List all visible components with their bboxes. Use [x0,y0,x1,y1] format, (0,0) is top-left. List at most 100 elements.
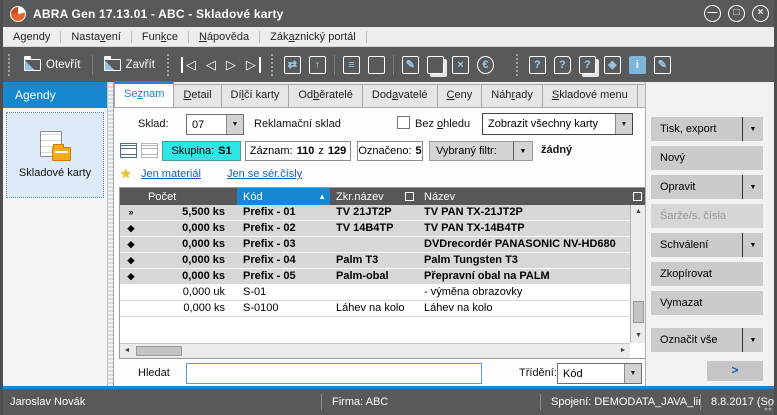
more-actions-button[interactable]: > [707,361,763,381]
chevron-down-icon[interactable]: ▼ [615,114,632,134]
edit-button[interactable]: Opravit▼ [651,175,763,199]
stock-cards-table: Počet Kód▲ Zkr.název Název » 5,500 ks Pr… [119,187,647,359]
help-icon[interactable]: ? [529,56,546,74]
info-icon[interactable]: i [629,56,646,74]
table-row[interactable]: ◆ 0,000 ks Prefix - 04 Palm T3 Palm Tung… [120,253,646,269]
column-options-icon[interactable] [405,192,414,201]
tab-detail[interactable]: Detail [173,84,221,107]
table-row[interactable]: ◆ 0,000 ks Prefix - 02 TV 14B4TP TV PAN … [120,221,646,237]
tab-strip: Seznam Detail Dílčí karty Odběratelé Dod… [114,82,645,108]
sort-label: Třídění: [519,367,557,379]
table-row[interactable]: 0,000 uk S-01 - výměna obrazovky [120,285,646,301]
column-header-kod[interactable]: Kód▲ [237,188,330,205]
link-jen-ser-cisly[interactable]: Jen se sér.čísly [227,168,302,180]
collapse-tree-icon[interactable] [141,143,158,158]
scroll-up-icon[interactable]: ▲ [631,205,646,219]
activate-agenda-icon[interactable]: ↑ [309,56,326,74]
menu-funkce[interactable]: Funkce [132,29,188,45]
expand-tree-icon[interactable] [120,143,137,158]
copy-record-icon[interactable] [427,56,444,74]
delete-button[interactable]: Vymazat [651,291,763,315]
sidebar-item-skladove-karty[interactable]: Skladové karty [6,112,104,198]
close-button[interactable]: × [752,5,769,22]
previous-record-icon[interactable]: ◁ [201,57,221,73]
vertical-scrollbar[interactable]: ▲ ▼ [630,205,646,343]
scroll-down-icon[interactable]: ▼ [631,329,646,343]
print-icon[interactable]: ≡ [343,56,360,74]
column-header-nazev[interactable]: Název [418,188,646,205]
chevron-down-icon[interactable]: ▼ [743,126,763,133]
tab-dilci-karty[interactable]: Dílčí karty [221,84,290,107]
sidebar-item-label: Skladové karty [19,167,91,179]
print-export-button[interactable]: Tisk, export▼ [651,117,763,141]
warehouse-combobox[interactable]: 07 ▼ [186,114,244,135]
toolbar-grip[interactable] [167,54,171,76]
open-agenda-button[interactable]: Otevřít [17,56,88,74]
scroll-right-icon[interactable]: ► [616,344,630,358]
menu-zakaznicky-portal[interactable]: Zákaznický portál [260,29,366,45]
column-header-zkr-nazev[interactable]: Zkr.název [330,188,418,205]
toolbar-grip[interactable] [8,54,12,76]
chevron-down-icon[interactable]: ▼ [624,364,641,383]
edit-record-icon[interactable]: ✎ [402,56,419,74]
chevron-down-icon[interactable]: ▼ [743,242,763,249]
horizontal-scrollbar[interactable]: ◄ ► [120,343,630,358]
navigator-icon[interactable]: ◈ [604,56,621,74]
last-record-icon[interactable]: ▷ [241,57,261,73]
marker-column-header [120,188,142,205]
selected-filter-value: žádný [541,144,572,156]
selected-filter-button[interactable]: Vybraný filtr: ▼ [429,141,533,161]
table-row[interactable]: 0,000 ks S-0100 Láhev na kolo Láhev na k… [120,301,646,317]
tab-seznam[interactable]: Seznam [114,81,174,107]
column-header-pocet[interactable]: Počet [142,188,237,205]
maximize-button[interactable]: □ [728,5,745,22]
vertical-scroll-thumb[interactable] [633,301,644,323]
help-topics-icon[interactable]: ? [579,56,596,74]
table-row[interactable]: ◆ 0,000 ks Prefix - 03 DVDrecordér PANAS… [120,237,646,253]
toolbar-grip[interactable] [516,54,520,76]
mark-all-button[interactable]: Označit vše▼ [651,328,763,352]
menu-agendy[interactable]: Agendy [3,29,60,45]
delete-record-icon[interactable]: × [452,56,469,74]
copy-button[interactable]: Zkopírovat [651,262,763,286]
tab-dodavatele[interactable]: Dodavatelé [362,84,438,107]
next-record-icon[interactable]: ▷ [221,57,241,73]
horizontal-scroll-thumb[interactable] [136,346,182,356]
menu-nastaveni[interactable]: Nastavení [61,29,131,45]
resize-grip[interactable] [764,401,774,411]
chevron-down-icon[interactable]: ▼ [743,337,763,344]
chevron-down-icon[interactable]: ▼ [743,184,763,191]
sidebar-splitter[interactable] [107,82,114,386]
new-button[interactable]: Nový [651,146,763,170]
toolbar-grip[interactable] [271,54,275,76]
new-record-icon[interactable] [368,56,385,74]
show-cards-combobox[interactable]: Zobrazit všechny karty ▼ [482,113,633,135]
search-price-icon[interactable]: € [477,56,494,74]
first-record-icon[interactable]: ◁ [181,57,201,73]
link-jen-material[interactable]: Jen materiál [141,168,201,180]
tab-ceny[interactable]: Ceny [437,84,483,107]
menu-napoveda[interactable]: Nápověda [189,29,259,45]
refresh-agenda-icon[interactable]: ⇄ [284,56,301,74]
marked-counter: Označeno:5 [357,141,423,161]
chevron-down-icon[interactable]: ▼ [226,115,243,134]
chevron-down-icon[interactable]: ▼ [514,148,532,155]
star-icon[interactable]: ★ [120,166,132,182]
search-input[interactable] [186,363,482,384]
table-row[interactable]: ◆ 0,000 ks Prefix - 05 Palm-obal Přeprav… [120,269,646,285]
approval-button[interactable]: Schválení▼ [651,233,763,257]
close-agenda-button[interactable]: Zavřít [97,56,162,74]
sort-combobox[interactable]: Kód ▼ [557,363,642,384]
table-row[interactable]: » 5,500 ks Prefix - 01 TV 21JT2P TV PAN … [120,205,646,221]
minimize-button[interactable]: — [704,5,721,22]
bez-ohledu-checkbox[interactable] [397,116,410,129]
scroll-left-icon[interactable]: ◄ [120,344,134,358]
tab-nahrady[interactable]: Náhrady [481,84,543,107]
column-options-icon[interactable] [633,192,642,201]
table-header-row: Počet Kód▲ Zkr.název Název [120,188,646,205]
tab-skladove-menu[interactable]: Skladové menu [542,84,638,107]
context-help-icon[interactable]: ? [554,56,571,74]
tab-odberatele[interactable]: Odběratelé [288,84,362,107]
notes-icon[interactable]: ✎ [654,56,671,74]
batches-serials-button: Šarže/s. čísla [651,204,763,228]
